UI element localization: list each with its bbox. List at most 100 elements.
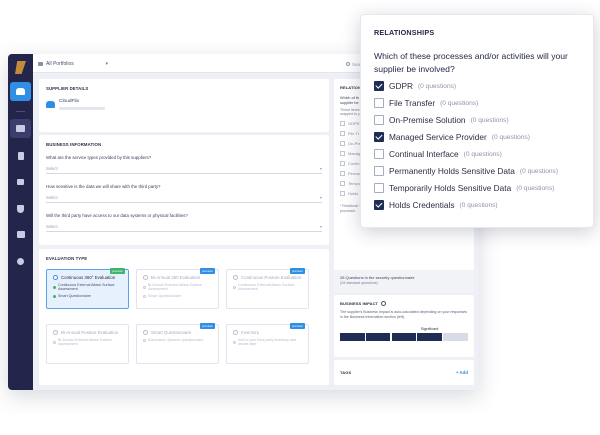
chevron-down-icon: ▾: [319, 224, 322, 229]
radio-button[interactable]: [53, 275, 58, 280]
portfolio-selector[interactable]: All Portfolios ▾: [38, 58, 108, 70]
check-dot-icon: [53, 294, 56, 298]
business-question-3: Will the third party have access to our …: [46, 213, 322, 232]
checkbox[interactable]: [374, 81, 384, 91]
supplier-url-placeholder: [59, 107, 105, 110]
relationship-option[interactable]: Continual Interface (0 questions): [374, 148, 502, 160]
checkbox[interactable]: [374, 115, 384, 125]
premium-badge: premium: [200, 323, 215, 329]
access-select[interactable]: Select ▾: [46, 224, 322, 232]
checkbox[interactable]: [374, 132, 384, 142]
evaluation-option-card[interactable]: premium Continuous Posture Evaluation Cont…: [226, 268, 309, 309]
checkbox[interactable]: [340, 170, 345, 176]
evaluation-option-card[interactable]: premium Continuous 360° Evaluation Continu…: [46, 268, 129, 309]
radio-button[interactable]: [53, 330, 58, 335]
checkbox[interactable]: [340, 120, 345, 126]
checkbox[interactable]: [340, 180, 345, 186]
radio-button[interactable]: [143, 330, 148, 335]
relationship-option[interactable]: Managed Service Provider (0 questions): [374, 131, 530, 143]
sidebar-item-reports[interactable]: [10, 172, 31, 191]
question-label: How sensitive is the data we will share …: [46, 184, 161, 189]
supplier-name: CloudFlix: [59, 99, 79, 104]
checkbox[interactable]: [340, 140, 345, 146]
evaluation-option-card[interactable]: premium Inventory Add to your third party …: [226, 323, 309, 364]
calendar-icon: [16, 231, 25, 238]
evaluation-option-title-row: Inventory: [233, 330, 302, 335]
feature-text: Continuous External Attack Surface Asses…: [58, 283, 115, 291]
service-type-select[interactable]: Select ▾: [46, 166, 322, 174]
feature-text: Automated, dynamic questionnaire: [148, 338, 204, 342]
option-label: GDPR: [389, 81, 413, 91]
option-question-count: (0 questions): [463, 150, 502, 158]
checkbox[interactable]: [340, 160, 345, 166]
empty-dot-icon: [53, 340, 56, 344]
brand-logo: [15, 61, 26, 74]
radio-button[interactable]: [233, 330, 238, 335]
checkbox[interactable]: [374, 183, 384, 193]
business-impact-meter: Significant: [340, 327, 468, 342]
mini-item-label: Holds: [348, 190, 359, 196]
check-dot-icon: [53, 285, 56, 289]
info-icon[interactable]: [381, 301, 387, 306]
evaluation-option-title-row: Continuous Posture Evaluation: [233, 275, 302, 280]
sidebar-item-security[interactable]: [10, 199, 31, 218]
radio-button[interactable]: [143, 275, 148, 280]
relationships-popup: RELATIONSHIPS Which of these processes a…: [360, 14, 594, 228]
evaluation-option-feature: Bi-Annual External Attack Surface Assess…: [53, 338, 122, 346]
evaluation-option-card[interactable]: premium Bi-Annual 360 Evaluation Bi-Annual…: [136, 268, 219, 309]
mini-item-label: On-Pre: [348, 140, 361, 146]
sidebar-item-relationships[interactable]: [10, 119, 31, 138]
relationship-option[interactable]: File Transfer (0 questions): [374, 97, 478, 109]
sidebar-item-buildings[interactable]: [10, 146, 31, 165]
relationship-option[interactable]: GDPR (0 questions): [374, 80, 456, 92]
mini-item-label: File Tr: [348, 130, 360, 136]
checkbox[interactable]: [340, 190, 345, 196]
supplier-details-card: SUPPLIER DETAILS CloudFlix: [39, 79, 329, 132]
evaluation-option-card[interactable]: premium Smart Questionnaire Automated, dyn…: [136, 323, 219, 364]
feature-text: Smart Questionnaire: [148, 294, 181, 298]
empty-dot-icon: [143, 338, 146, 342]
option-label: On-Premise Solution: [389, 115, 466, 125]
option-question-count: (0 questions): [470, 116, 509, 124]
portfolio-label: All Portfolios: [46, 61, 74, 67]
cloud-icon: [46, 101, 55, 108]
chevron-down-icon: ▾: [319, 166, 322, 171]
checkbox[interactable]: [374, 149, 384, 159]
sidebar-item-calendar[interactable]: [10, 225, 31, 244]
divider: [16, 111, 25, 112]
evaluation-option-feature: Smart Questionnaire: [143, 294, 212, 298]
tags-title: TAGS: [340, 370, 352, 375]
data-sensitivity-select[interactable]: Select ▾: [46, 195, 322, 203]
supplier-info: CloudFlix: [59, 99, 105, 110]
sidebar-item-settings[interactable]: [10, 252, 31, 271]
evaluation-option-feature: Smart Questionnaire: [53, 294, 122, 298]
checkbox[interactable]: [374, 98, 384, 108]
checkbox[interactable]: [340, 150, 345, 156]
business-question-2: How sensitive is the data we will share …: [46, 184, 322, 203]
question-label: Will the third party have access to our …: [46, 213, 188, 218]
option-label: Continual Interface: [389, 149, 459, 159]
evaluation-option-card[interactable]: Bi-Annual Posture Evaluation Bi-Annual Ex…: [46, 324, 129, 364]
checkbox[interactable]: [374, 166, 384, 176]
supplier-row: CloudFlix: [46, 99, 322, 110]
relationship-option[interactable]: Holds Credentials (0 questions): [374, 199, 498, 211]
mini-item-label: Tempo: [348, 180, 361, 186]
relationship-option[interactable]: On-Premise Solution (0 questions): [374, 114, 509, 126]
option-question-count: (0 questions): [519, 167, 559, 175]
sidebar-item-suppliers[interactable]: [10, 82, 31, 101]
checkbox[interactable]: [374, 200, 384, 210]
option-label: Holds Credentials: [389, 200, 455, 210]
add-tag-button[interactable]: + Add: [456, 370, 468, 375]
gear-icon: [17, 258, 24, 265]
handshake-icon: [16, 125, 25, 132]
option-label: File Transfer: [389, 98, 436, 108]
evaluation-type-title: EVALUATION TYPE: [46, 256, 88, 261]
relationship-option[interactable]: Permanently Holds Sensitive Data (0 quest…: [374, 165, 558, 177]
search-icon: [346, 62, 350, 66]
radio-button[interactable]: [233, 275, 238, 280]
relationship-option[interactable]: Temporarily Holds Sensitive Data (0 quest…: [374, 182, 554, 194]
premium-badge: premium: [200, 268, 215, 274]
mini-item-label: Manag: [348, 150, 361, 156]
select-placeholder: Select: [46, 224, 58, 229]
checkbox[interactable]: [340, 130, 345, 136]
